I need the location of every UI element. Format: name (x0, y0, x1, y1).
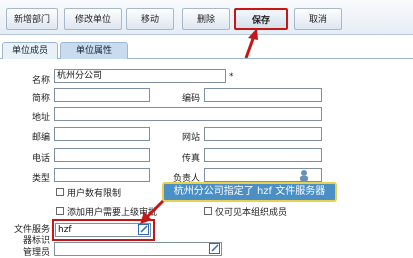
required-mark: * (229, 72, 234, 82)
callout-arrow-icon (140, 198, 166, 224)
short-name-field[interactable] (54, 88, 150, 102)
zip-label: 邮编 (31, 133, 50, 143)
type-label: 类型 (31, 174, 50, 184)
type-field[interactable] (54, 168, 150, 182)
website-field[interactable] (204, 127, 322, 141)
tab-unit-members-label: 单位成员 (11, 46, 48, 56)
cancel-button[interactable]: 取消 (294, 8, 342, 30)
move-button[interactable]: 移动 (126, 8, 174, 30)
phone-label: 电话 (31, 154, 50, 164)
user-picker-icon[interactable] (298, 169, 310, 181)
fax-label: 传真 (181, 154, 200, 164)
address-field[interactable] (54, 107, 322, 121)
website-label: 网站 (181, 133, 200, 143)
zip-field[interactable] (54, 127, 150, 141)
own-members-only-checkbox[interactable] (204, 207, 212, 215)
approval-checkbox[interactable] (56, 207, 64, 215)
own-members-only-label: 仅可见本组织成员 (215, 208, 288, 218)
name-field[interactable]: 杭州分公司 (54, 69, 226, 83)
edit-unit-button[interactable]: 修改单位 (64, 8, 122, 30)
code-label: 编码 (181, 94, 200, 104)
admin-label: 管理员 (22, 248, 50, 258)
admin-edit-icon[interactable] (209, 243, 220, 254)
tab-unit-properties[interactable]: 单位属性 (60, 42, 128, 59)
short-name-label: 简称 (31, 94, 50, 104)
new-department-button[interactable]: 新增部门 (6, 8, 58, 30)
address-label: 地址 (31, 113, 50, 123)
phone-field[interactable] (54, 148, 150, 162)
tab-unit-properties-label: 单位属性 (75, 46, 112, 56)
callout-tooltip: 杭州分公司指定了 hzf 文件服务器 (162, 182, 337, 202)
tab-unit-members[interactable]: 单位成员 (2, 42, 58, 59)
delete-button[interactable]: 删除 (182, 8, 230, 30)
name-label: 名称 (31, 76, 50, 86)
fax-field[interactable] (204, 148, 322, 162)
user-limit-checkbox[interactable] (56, 188, 64, 196)
file-service-field[interactable]: hzf (55, 223, 151, 237)
admin-field[interactable] (54, 242, 222, 256)
code-field[interactable] (204, 88, 322, 102)
user-limit-label: 用户数有限制 (67, 189, 122, 199)
